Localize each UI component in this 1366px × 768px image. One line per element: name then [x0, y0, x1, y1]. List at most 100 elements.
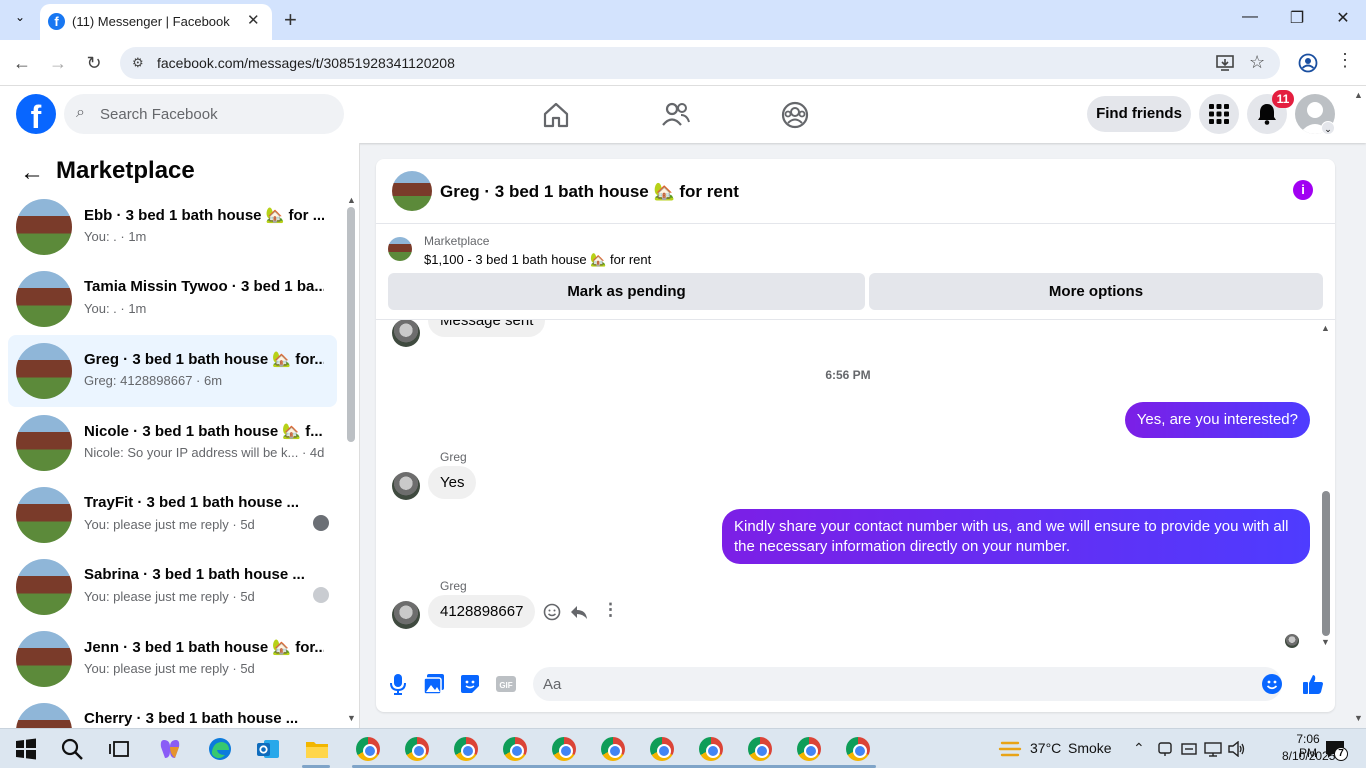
- chrome-icon[interactable]: [454, 737, 478, 761]
- address-bar[interactable]: ⚙ facebook.com/messages/t/30851928341120…: [120, 47, 1280, 79]
- microphone-icon[interactable]: [386, 672, 410, 696]
- house-thumbnail: [16, 271, 72, 327]
- install-app-icon[interactable]: [1216, 55, 1234, 71]
- conversation-item[interactable]: Ebb · 3 bed 1 bath house 🏡 for ... You: …: [8, 191, 337, 263]
- find-friends-button[interactable]: Find friends: [1087, 96, 1191, 132]
- scroll-down-arrow-icon[interactable]: ▼: [347, 713, 356, 723]
- menu-button[interactable]: [1199, 94, 1239, 134]
- profile-icon[interactable]: [1298, 53, 1318, 73]
- chat-avatar[interactable]: [392, 171, 432, 211]
- search-icon[interactable]: [60, 737, 84, 761]
- conversation-item-active[interactable]: Greg · 3 bed 1 bath house 🏡 for... Greg:…: [8, 335, 337, 407]
- listing-description[interactable]: $1,100 - 3 bed 1 bath house 🏡 for rent: [424, 252, 651, 268]
- photo-icon[interactable]: [422, 672, 446, 696]
- chat-scroll-up-arrow-icon[interactable]: ▲: [1321, 323, 1330, 333]
- gif-icon[interactable]: GIF: [494, 672, 518, 696]
- weather-smoke-icon: [998, 741, 1022, 757]
- tab-title: (11) Messenger | Facebook: [72, 14, 230, 29]
- edge-icon[interactable]: [208, 737, 232, 761]
- facebook-logo-icon[interactable]: f: [16, 94, 56, 134]
- window-close-icon[interactable]: ✕: [1328, 8, 1358, 28]
- facebook-search[interactable]: ⌕ Search Facebook: [64, 94, 344, 134]
- groups-icon[interactable]: [780, 100, 810, 130]
- conversation-item[interactable]: Sabrina · 3 bed 1 bath house ... You: pl…: [8, 551, 337, 623]
- more-actions-icon[interactable]: ⋮: [602, 600, 619, 620]
- windows-start-icon[interactable]: [14, 737, 38, 761]
- sidebar-scrollbar[interactable]: [347, 207, 355, 442]
- weather-condition[interactable]: Smoke: [1068, 740, 1112, 756]
- chrome-icon[interactable]: [846, 737, 870, 761]
- emoji-icon[interactable]: [1262, 674, 1282, 694]
- chrome-icon[interactable]: [699, 737, 723, 761]
- back-icon[interactable]: ←: [9, 50, 35, 76]
- restore-icon[interactable]: ❐: [1282, 8, 1312, 28]
- chrome-icon[interactable]: [601, 737, 625, 761]
- chrome-icon[interactable]: [356, 737, 380, 761]
- chrome-icon[interactable]: [552, 737, 576, 761]
- react-emoji-icon[interactable]: [543, 603, 561, 621]
- browser-menu-icon[interactable]: ⋮: [1336, 50, 1354, 71]
- browser-tab[interactable]: f (11) Messenger | Facebook ✕: [40, 4, 272, 40]
- message-bubble-incoming[interactable]: 4128898667: [428, 595, 536, 628]
- conversation-preview: You: please just me reply · 5d: [84, 517, 255, 532]
- sticker-icon[interactable]: [458, 672, 482, 696]
- chat-panel: Greg · 3 bed 1 bath house 🏡 for rent i M…: [376, 159, 1335, 712]
- show-hidden-icons-chevron-icon[interactable]: ⌃: [1133, 740, 1145, 757]
- conversation-item[interactable]: Jenn · 3 bed 1 bath house 🏡 for... You: …: [8, 623, 337, 695]
- more-options-button[interactable]: More options: [869, 273, 1323, 310]
- conversation-item[interactable]: Tamia Missin Tywoo · 3 bed 1 ba... You: …: [8, 263, 337, 335]
- new-tab-icon[interactable]: +: [284, 7, 297, 33]
- house-thumbnail: [16, 343, 72, 399]
- mark-as-pending-button[interactable]: Mark as pending: [388, 273, 865, 310]
- meet-now-icon[interactable]: [1158, 741, 1172, 757]
- conversation-item[interactable]: Cherry · 3 bed 1 bath house ...: [8, 695, 337, 728]
- like-thumbs-up-icon[interactable]: [1301, 672, 1325, 696]
- network-icon[interactable]: [1204, 741, 1222, 757]
- scroll-up-arrow-icon[interactable]: ▲: [347, 195, 356, 205]
- reload-icon[interactable]: ↻: [81, 50, 107, 76]
- task-view-icon[interactable]: [108, 737, 132, 761]
- page-scroll-up-arrow-icon[interactable]: ▲: [1354, 90, 1363, 100]
- account-chevron-icon[interactable]: ⌄: [1321, 121, 1335, 135]
- info-icon[interactable]: i: [1293, 180, 1313, 200]
- chat-scroll-down-arrow-icon[interactable]: ▼: [1321, 637, 1330, 647]
- listing-thumbnail[interactable]: [388, 237, 412, 261]
- outlook-icon[interactable]: [256, 737, 280, 761]
- conversation-item[interactable]: TrayFit · 3 bed 1 bath house ... You: pl…: [8, 479, 337, 551]
- file-explorer-icon[interactable]: [305, 737, 329, 761]
- conversation-item[interactable]: Nicole · 3 bed 1 bath house 🏡 f... Nicol…: [8, 407, 337, 479]
- address-bar-url[interactable]: facebook.com/messages/t/3085192834112020…: [157, 55, 455, 71]
- friends-icon[interactable]: [661, 100, 691, 130]
- site-info-icon[interactable]: ⚙: [132, 55, 144, 71]
- message-input[interactable]: Aa: [533, 667, 1282, 701]
- conversation-name: Cherry · 3 bed 1 bath house ...: [84, 710, 299, 727]
- chrome-icon[interactable]: [503, 737, 527, 761]
- sender-name: Greg: [440, 450, 467, 464]
- network-adapter-icon[interactable]: [1181, 741, 1197, 757]
- reply-icon[interactable]: [570, 604, 588, 620]
- chrome-icon[interactable]: [650, 737, 674, 761]
- seen-avatar: [313, 587, 329, 603]
- copilot-icon[interactable]: [158, 737, 182, 761]
- tab-search-dropdown-icon[interactable]: ⌄: [10, 10, 30, 30]
- tab-close-icon[interactable]: ✕: [247, 11, 260, 29]
- back-arrow-icon[interactable]: ←: [20, 159, 44, 187]
- message-composer: GIF Aa: [376, 664, 1335, 712]
- forward-icon[interactable]: →: [45, 50, 71, 76]
- chrome-icon[interactable]: [748, 737, 772, 761]
- home-icon[interactable]: [541, 100, 571, 130]
- minimize-icon[interactable]: —: [1235, 8, 1265, 26]
- page-scroll-down-arrow-icon[interactable]: ▼: [1354, 713, 1363, 723]
- house-thumbnail: [16, 487, 72, 543]
- volume-icon[interactable]: [1228, 741, 1246, 757]
- chat-title[interactable]: Greg · 3 bed 1 bath house 🏡 for rent: [440, 182, 739, 202]
- chrome-icon[interactable]: [405, 737, 429, 761]
- grid-menu-icon: [1209, 104, 1229, 124]
- chat-scrollbar[interactable]: [1322, 491, 1330, 636]
- chrome-icon[interactable]: [797, 737, 821, 761]
- weather-temperature[interactable]: 37°C: [1030, 740, 1061, 756]
- conversation-name: Jenn · 3 bed 1 bath house 🏡 for...: [84, 639, 324, 656]
- bookmark-star-icon[interactable]: ☆: [1249, 52, 1265, 73]
- message-bubble-outgoing: Yes, are you interested?: [1124, 402, 1310, 438]
- conversation-preview: You: . · 1m: [84, 229, 147, 244]
